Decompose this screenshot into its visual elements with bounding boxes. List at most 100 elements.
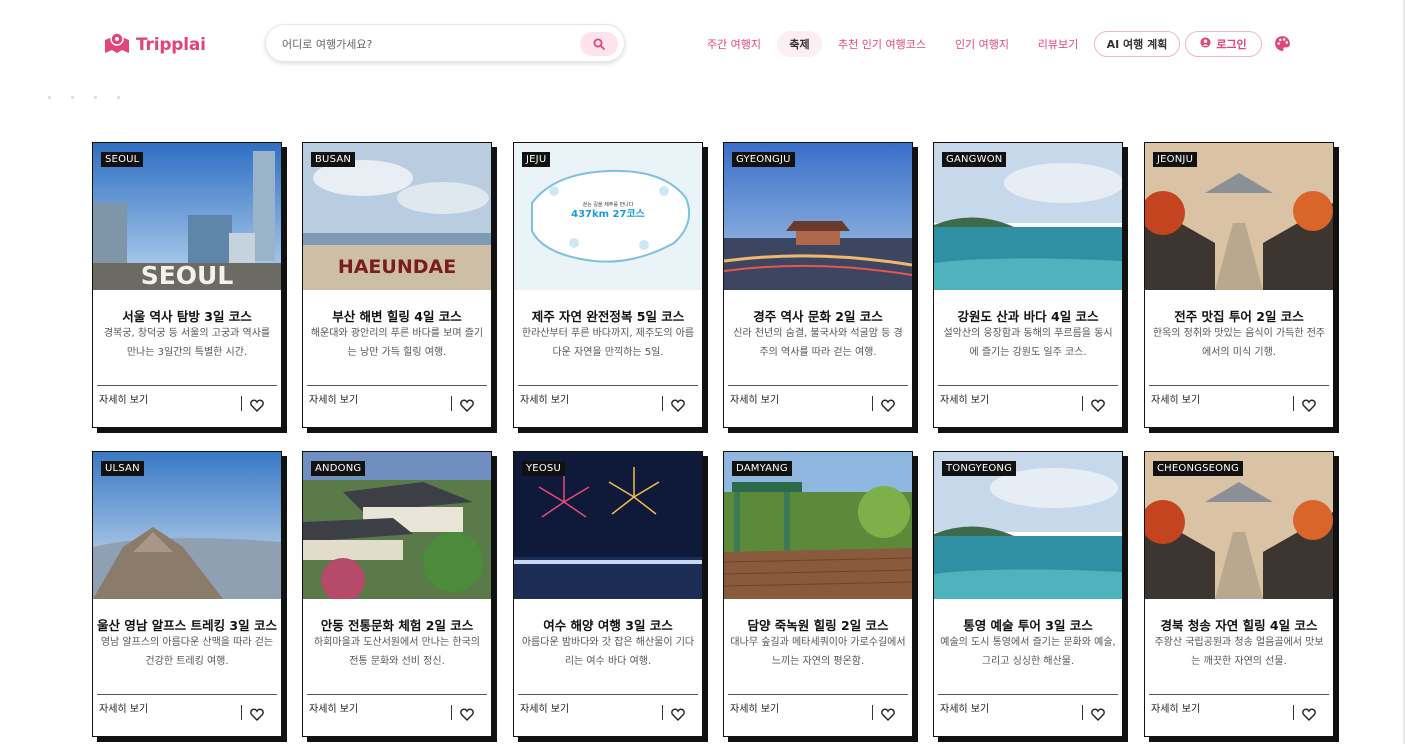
region-tag: GANGWON [942,152,1007,167]
separator [241,705,242,720]
search-bar [265,24,625,62]
view-details-link[interactable]: 자세히 보기 [1151,700,1200,715]
card-title: 안동 전통문화 체험 2일 코스 [320,618,474,633]
heart-icon[interactable] [1091,397,1105,416]
heart-icon[interactable] [881,706,895,725]
login-label: 로그인 [1216,38,1247,51]
separator [662,705,663,720]
heart-icon[interactable] [671,397,685,416]
card-description: 한옥의 정취와 맛있는 음식이 가득한 전주에서의 미식 기행. [1152,328,1326,358]
heart-icon[interactable] [1302,397,1316,416]
nav-ai-plan[interactable]: AI 여행 계획 [1094,31,1180,57]
card-divider [1149,694,1329,695]
separator [872,396,873,411]
course-card-damyang[interactable]: DAMYANG 담양 죽녹원 힐링 2일 코스 대나무 숲길과 메타세쿼이아 가… [723,451,913,737]
search-input[interactable] [282,34,572,54]
card-title: 제주 자연 완전정복 5일 코스 [531,309,685,324]
region-tag: ANDONG [311,461,366,476]
course-card-jeju[interactable]: 걷는 길을 제주를 만나다 437km 27코스 JEJU 제주 자연 완전정복… [513,142,703,428]
nav-festival[interactable]: 축제 [777,31,822,57]
heart-icon[interactable] [250,397,264,416]
view-details-link[interactable]: 자세히 보기 [940,391,989,406]
heart-icon[interactable] [671,706,685,725]
card-divider [938,694,1118,695]
view-details-link[interactable]: 자세히 보기 [520,391,569,406]
card-divider [307,694,487,695]
card-title: 경북 청송 자연 힐링 4일 코스 [1160,618,1318,633]
heart-icon[interactable] [250,706,264,725]
separator [1293,705,1294,720]
seoul-sign: SEOUL [141,261,234,290]
region-tag: ULSAN [101,461,144,476]
region-tag: JEJU [522,152,551,167]
card-title: 통영 예술 투어 3일 코스 [963,618,1093,633]
card-divider [728,385,908,386]
course-card-busan[interactable]: HAEUNDAE BUSAN 부산 해변 힐링 4일 코스 해운대와 광안리의 … [302,142,492,428]
heart-icon[interactable] [460,706,474,725]
palette-icon[interactable] [1274,35,1291,56]
card-description: 예술의 도시 통영에서 즐기는 문화와 예술, 그리고 싱싱한 해산물. [940,637,1116,667]
login-button[interactable]: 로그인 [1185,31,1262,57]
card-description: 영남 알프스의 아름다운 산맥을 따라 걷는 건강한 트레킹 여행. [100,637,274,667]
course-card-andong[interactable]: ANDONG 안동 전통문화 체험 2일 코스 하회마을과 도산서원에서 만나는… [302,451,492,737]
view-details-link[interactable]: 자세히 보기 [309,700,358,715]
view-details-link[interactable]: 자세히 보기 [99,700,148,715]
view-details-link[interactable]: 자세히 보기 [99,391,148,406]
course-card-gangwon[interactable]: GANGWON 강원도 산과 바다 4일 코스 설악산의 웅장함과 동해의 푸르… [933,142,1123,428]
card-description: 주왕산 국립공원과 청송 얼음골에서 맛보는 깨끗한 자연의 선물. [1154,637,1324,667]
card-description: 해운대와 광안리의 푸른 바다를 보며 즐기는 낭만 가득 힐링 여행. [310,328,484,358]
card-title: 담양 죽녹원 힐링 2일 코스 [747,618,889,633]
card-title: 서울 역사 탐방 3일 코스 [122,309,252,324]
view-details-link[interactable]: 자세히 보기 [730,391,779,406]
course-card-cheongseong[interactable]: CHEONGSEONG 경북 청송 자연 힐링 4일 코스 주왕산 국립공원과 … [1144,451,1334,737]
course-card-gyeongju[interactable]: GYEONGJU 경주 역사 문화 2일 코스 신라 천년의 숨결, 불국사와 … [723,142,913,428]
card-title: 경주 역사 문화 2일 코스 [753,309,883,324]
nav-reviews[interactable]: 리뷰보기 [1032,31,1084,57]
separator [1293,396,1294,411]
card-divider [307,385,487,386]
nav-recommended-courses[interactable]: 추천 인기 여행코스 [833,31,931,57]
view-details-link[interactable]: 자세히 보기 [309,391,358,406]
card-title: 울산 영남 알프스 트레킹 3일 코스 [97,618,277,633]
search-button[interactable] [580,32,618,56]
user-circle-icon [1200,37,1211,51]
region-tag: CHEONGSEONG [1153,461,1243,476]
jeju-map-subtitle: 걷는 길을 제주를 만나다 [583,201,634,208]
separator [1082,396,1083,411]
top-header: Tripplai 주간 여행지 축제 추천 인기 여행코스 인기 여행지 리뷰보… [0,0,1405,88]
region-tag: YEOSU [522,461,565,476]
course-card-seoul[interactable]: SEOUL SEOUL 서울 역사 탐방 3일 코스 경복궁, 창덕궁 등 서울… [92,142,282,428]
nav-weekly[interactable]: 주간 여행지 [700,31,768,57]
region-tag: JEONJU [1153,152,1198,167]
brand-name: Tripplai [136,35,206,55]
separator [1082,705,1083,720]
course-card-ulsan[interactable]: ULSAN 울산 영남 알프스 트레킹 3일 코스 영남 알프스의 아름다운 산… [92,451,282,737]
course-card-jeonju[interactable]: JEONJU 전주 맛집 투어 2일 코스 한옥의 정취와 맛있는 음식이 가득… [1144,142,1334,428]
heart-icon[interactable] [881,397,895,416]
search-icon [593,35,605,54]
view-details-link[interactable]: 자세히 보기 [730,700,779,715]
loading-indicator [48,96,120,99]
region-tag: GYEONGJU [732,152,795,167]
brand-logo[interactable]: Tripplai [104,32,206,58]
card-divider [97,385,277,386]
card-divider [728,694,908,695]
view-details-link[interactable]: 자세히 보기 [1151,391,1200,406]
separator [451,705,452,720]
card-title: 강원도 산과 바다 4일 코스 [957,309,1099,324]
course-card-yeosu[interactable]: YEOSU 여수 해양 여행 3일 코스 아름다운 밤바다와 갓 잡은 해산물이… [513,451,703,737]
card-divider [1149,385,1329,386]
heart-icon[interactable] [1091,706,1105,725]
jeju-map-caption: 437km 27코스 [571,208,645,220]
region-tag: BUSAN [311,152,356,167]
nav-popular[interactable]: 인기 여행지 [949,31,1015,57]
heart-icon[interactable] [1302,706,1316,725]
heart-icon[interactable] [460,397,474,416]
view-details-link[interactable]: 자세히 보기 [940,700,989,715]
view-details-link[interactable]: 자세히 보기 [520,700,569,715]
separator [241,396,242,411]
card-title: 여수 해양 여행 3일 코스 [543,618,673,633]
region-tag: DAMYANG [732,461,792,476]
course-card-tongyeong[interactable]: TONGYEONG 통영 예술 투어 3일 코스 예술의 도시 통영에서 즐기는… [933,451,1123,737]
card-description: 아름다운 밤바다와 갓 잡은 해산물이 기다리는 여수 바다 여행. [521,637,695,667]
